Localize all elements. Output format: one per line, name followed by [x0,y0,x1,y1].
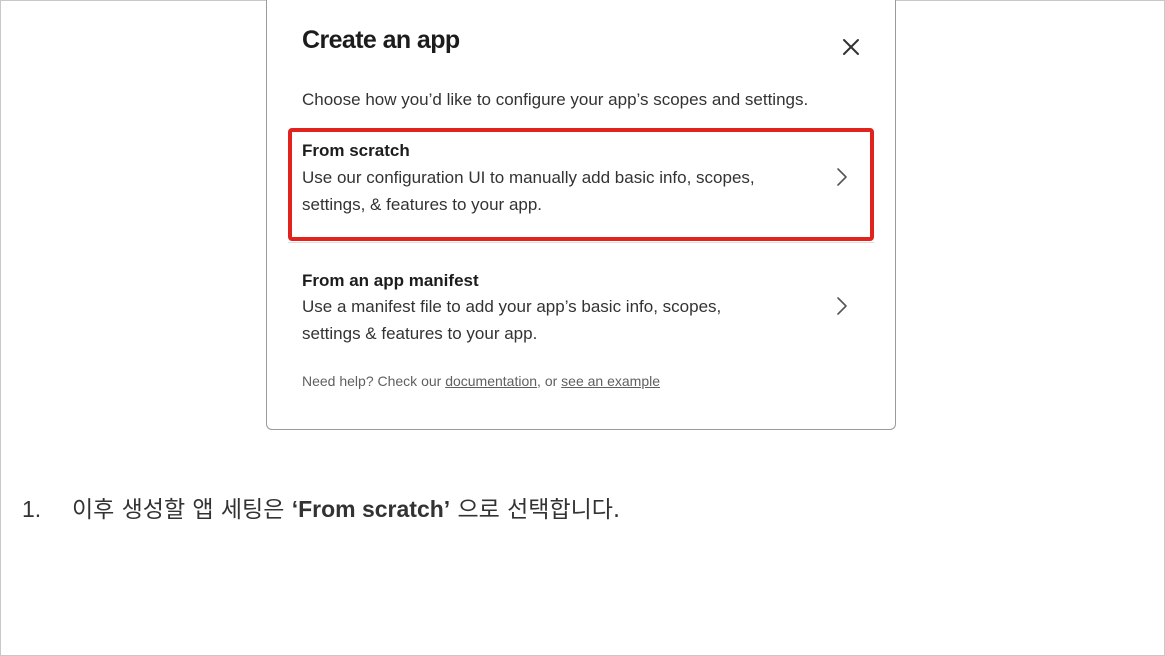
help-text: Need help? Check our documentation, or s… [302,373,660,389]
option-description-line: settings & features to your app. [302,324,538,343]
close-icon [843,39,859,55]
documentation-link[interactable]: documentation [445,373,537,389]
chevron-right-icon [837,168,847,186]
see-example-link[interactable]: see an example [561,373,660,389]
step-text-before: 이후 생성할 앱 세팅은 [72,497,292,523]
create-app-dialog: Create an app Choose how you’d like to c… [266,0,896,430]
step-text-after: 으로 선택합니다. [450,497,621,523]
option-from-manifest[interactable]: From an app manifest Use a manifest file… [267,258,897,368]
dialog-title: Create an app [302,26,460,54]
option-description-line: Use a manifest file to add your app’s ba… [302,297,722,316]
option-divider [288,242,874,243]
step-text-bold: ‘From scratch’ [291,496,451,522]
instruction-step: 1. 이후 생성할 앱 세팅은 ‘From scratch’ 으로 선택합니다. [22,490,620,524]
option-description: Use our configuration UI to manually add… [302,164,802,218]
chevron-right-icon [837,297,847,315]
option-title: From scratch [302,141,410,160]
option-title: From an app manifest [302,271,479,290]
option-from-scratch[interactable]: From scratch Use our configuration UI to… [267,130,897,240]
option-description-line: Use our configuration UI to manually add… [302,168,755,187]
option-description-line: settings, & features to your app. [302,195,543,214]
dialog-subtitle: Choose how you’d like to configure your … [302,90,809,109]
step-number: 1. [22,496,42,522]
option-description: Use a manifest file to add your app’s ba… [302,293,802,347]
close-button[interactable] [837,33,865,61]
help-prefix: Need help? Check our [302,373,446,389]
help-middle: , or [537,373,562,389]
